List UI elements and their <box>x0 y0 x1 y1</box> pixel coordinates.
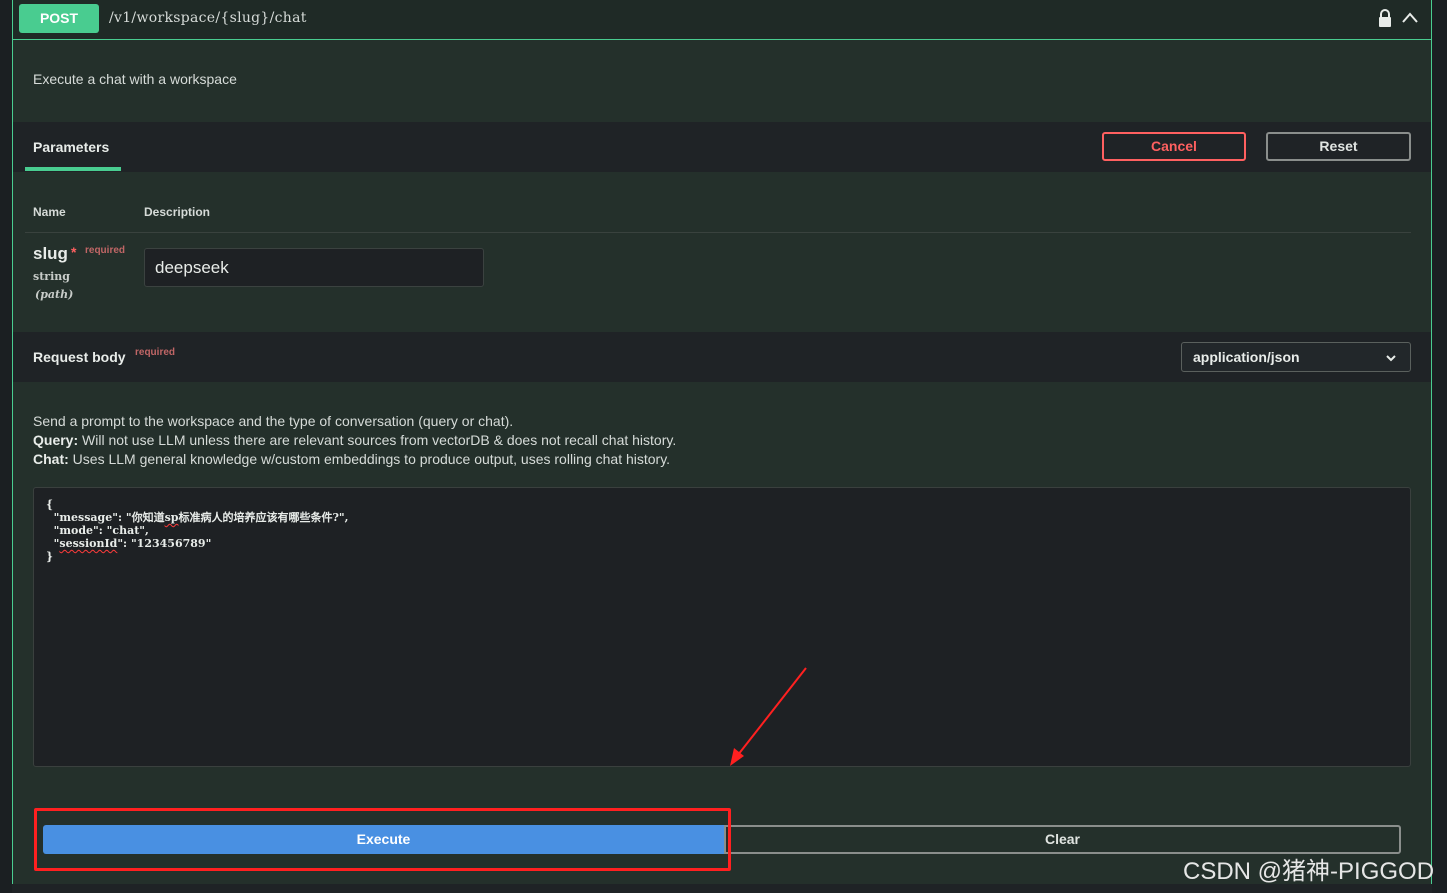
request-body-title: Request body <box>33 349 126 365</box>
body-intro: Send a prompt to the workspace and the t… <box>33 413 514 429</box>
operation-summary[interactable]: POST /v1/workspace/{slug}/chat <box>13 0 1431 40</box>
code-segment-spellcheck: sessionId <box>59 537 118 550</box>
chat-label: Chat: <box>33 451 69 467</box>
request-body-description: Send a prompt to the workspace and the t… <box>33 412 676 469</box>
cancel-button[interactable]: Cancel <box>1102 132 1246 161</box>
chat-text: Uses LLM general knowledge w/custom embe… <box>68 451 671 467</box>
code-line: "sessionId": "123456789" <box>46 537 1398 550</box>
clear-button[interactable]: Clear <box>724 825 1401 854</box>
endpoint-path: /v1/workspace/{slug}/chat <box>109 10 307 26</box>
reset-button[interactable]: Reset <box>1266 132 1411 161</box>
code-line: "message": "你知道sp标准病人的培养应该有哪些条件?", <box>46 511 1398 524</box>
tab-parameters[interactable]: Parameters <box>33 139 109 155</box>
slug-input[interactable] <box>144 248 484 287</box>
annotation-arrow-icon <box>730 667 807 766</box>
divider <box>25 232 1411 233</box>
column-header-description: Description <box>144 205 211 219</box>
code-segment: "message": "你知道 <box>46 511 165 524</box>
chevron-up-icon[interactable] <box>1401 9 1419 27</box>
required-label: required <box>85 245 126 256</box>
body-chat-line: Chat: Uses LLM general knowledge w/custo… <box>33 450 676 469</box>
parameter-location: (path) <box>35 288 74 301</box>
content-type-select[interactable]: application/json <box>1181 342 1411 372</box>
method-badge: POST <box>19 4 99 33</box>
lock-icon[interactable] <box>1378 9 1392 27</box>
annotation-highlight-box <box>34 808 731 871</box>
request-body-header: Request body required application/json <box>13 332 1431 382</box>
code-segment: " <box>46 537 60 550</box>
operation-description: Execute a chat with a workspace <box>33 71 237 87</box>
request-body-required: required <box>135 347 176 358</box>
content-type-value: application/json <box>1193 349 1300 365</box>
parameter-type: string <box>33 270 70 283</box>
code-segment: ": "123456789" <box>117 537 212 550</box>
query-label: Query: <box>33 432 79 448</box>
parameter-name: slug <box>33 244 68 263</box>
code-segment-spellcheck: sp <box>164 511 179 524</box>
code-line: } <box>46 550 54 563</box>
code-segment: 标准病人的培养应该有哪些条件?", <box>178 511 349 524</box>
code-line: "mode": "chat", <box>46 524 149 537</box>
watermark: CSDN @猪神-PIGGOD <box>1183 858 1435 885</box>
code-line: { <box>46 498 54 511</box>
required-star: * <box>71 244 77 260</box>
tab-active-indicator <box>25 167 121 171</box>
body-query-line: Query: Will not use LLM unless there are… <box>33 431 676 450</box>
chevron-down-icon <box>1386 355 1396 362</box>
column-header-name: Name <box>33 205 66 219</box>
parameters-header: Parameters Cancel Reset <box>13 122 1431 172</box>
query-text: Will not use LLM unless there are releva… <box>78 432 677 448</box>
